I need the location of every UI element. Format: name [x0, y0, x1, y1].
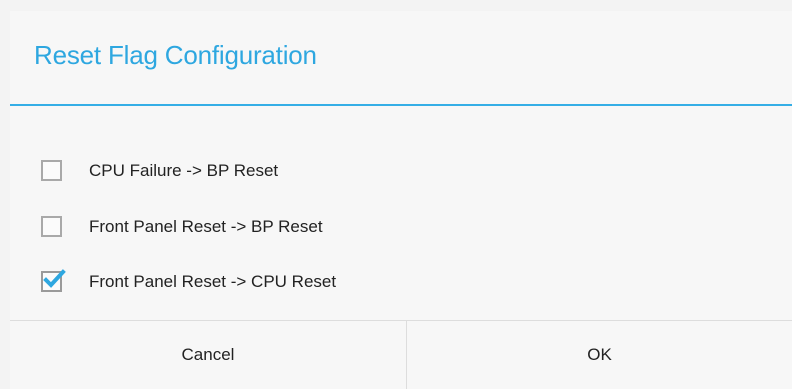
reset-flag-dialog: Reset Flag Configuration CPU Failure -> … [10, 11, 792, 389]
option-cpu-failure-bp-reset[interactable]: CPU Failure -> BP Reset [10, 149, 792, 191]
option-label: Front Panel Reset -> BP Reset [89, 217, 323, 236]
option-front-panel-cpu-reset[interactable]: Front Panel Reset -> CPU Reset [10, 260, 792, 302]
checkbox-cpu-failure-bp-reset[interactable] [41, 160, 62, 181]
cancel-button[interactable]: Cancel [10, 321, 406, 389]
option-label: CPU Failure -> BP Reset [89, 161, 279, 180]
dialog-header: Reset Flag Configuration [10, 11, 792, 104]
checkbox-front-panel-cpu-reset[interactable] [41, 269, 66, 292]
option-label: Front Panel Reset -> CPU Reset [89, 272, 337, 291]
dialog-title: Reset Flag Configuration [34, 40, 317, 70]
option-front-panel-bp-reset[interactable]: Front Panel Reset -> BP Reset [10, 205, 792, 247]
title-divider [10, 104, 792, 106]
checkmark-icon [43, 269, 66, 288]
checkbox-front-panel-bp-reset[interactable] [41, 216, 62, 237]
options-list: CPU Failure -> BP Reset Front Panel Rese… [10, 107, 792, 319]
ok-button[interactable]: OK [407, 321, 792, 389]
